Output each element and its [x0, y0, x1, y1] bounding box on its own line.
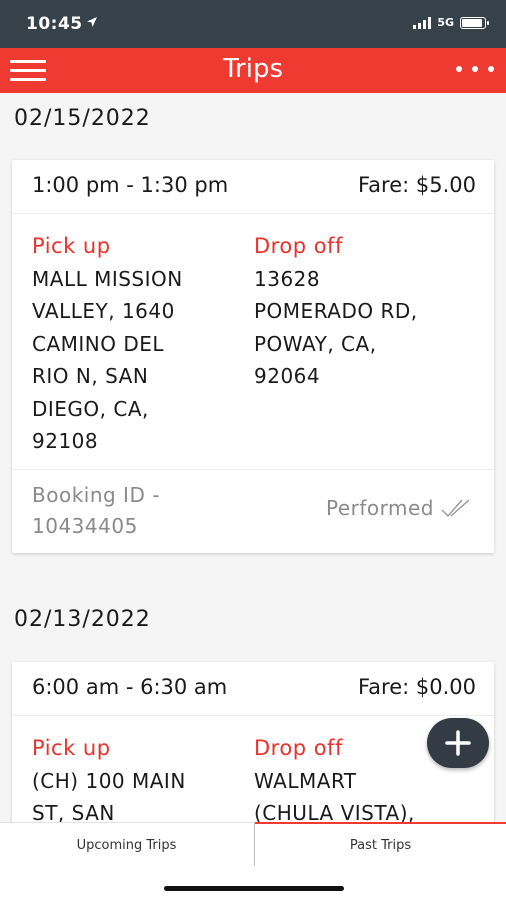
network-type: 5G	[437, 16, 454, 29]
trip-fare: Fare: $0.00	[358, 675, 476, 699]
plus-icon	[445, 730, 471, 756]
pickup-address-line: (CH) 100 MAIN	[32, 768, 186, 793]
trip-fare: Fare: $5.00	[358, 173, 476, 197]
status-indicators: 5G	[413, 16, 489, 29]
trip-time: 6:00 am - 6:30 am	[32, 675, 228, 699]
trip-card-header: 1:00 pm - 1:30 pm Fare: $5.00	[12, 160, 494, 214]
battery-icon	[460, 16, 489, 29]
pickup-label: Pick up	[32, 234, 111, 258]
trip-time: 1:00 pm - 1:30 pm	[32, 173, 229, 197]
pickup-address-line: VALLEY, 1640	[32, 299, 175, 323]
dropoff-label: Drop off	[254, 234, 343, 258]
status-bar: 10:45 5G	[0, 0, 506, 48]
booking-id-value: 10434405	[32, 514, 138, 538]
signal-icon	[413, 16, 432, 29]
page-title: Trips	[222, 54, 284, 84]
booking-id-label: Booking ID -	[32, 483, 160, 507]
status-text: Performed	[325, 496, 434, 520]
pickup-label: Pick up	[32, 736, 111, 760]
trip-date-header: 02/15/2022	[14, 106, 151, 131]
trip-card-body: Pick up (CH) 100 MAIN ST, SAN Drop off W…	[12, 716, 494, 822]
dropoff-column: Drop off 13628 POMERADO RD, POWAY, CA, 9…	[254, 230, 484, 393]
bottom-tab-bar: Upcoming Trips Past Trips	[0, 822, 506, 867]
app-bar: Trips	[0, 48, 506, 93]
pickup-address-line: CAMINO DEL	[32, 331, 165, 356]
dropoff-address-line: POWAY, CA,	[254, 331, 377, 356]
trip-card-header: 6:00 am - 6:30 am Fare: $0.00	[12, 662, 494, 716]
pickup-column: Pick up (CH) 100 MAIN ST, SAN	[32, 732, 242, 822]
add-trip-button[interactable]	[427, 718, 489, 768]
trip-card-footer: Booking ID - 10434405 Performed	[12, 470, 494, 553]
dropoff-address-line: 92064	[254, 364, 321, 388]
tab-past-trips[interactable]: Past Trips	[254, 822, 506, 867]
pickup-address-line: RIO N, SAN	[32, 364, 149, 388]
dropoff-address-line: POMERADO RD,	[254, 299, 418, 323]
pickup-address-line: ST, SAN	[32, 801, 115, 822]
trip-card-body: Pick up MALL MISSION VALLEY, 1640 CAMINO…	[12, 214, 494, 470]
dropoff-address-line: (CHULA VISTA),	[254, 801, 415, 822]
booking-id: Booking ID - 10434405	[32, 480, 160, 542]
trips-list[interactable]: 02/15/2022 1:00 pm - 1:30 pm Fare: $5.00…	[0, 93, 506, 822]
tab-upcoming-trips[interactable]: Upcoming Trips	[0, 823, 253, 867]
dropoff-address-line: 13628	[254, 266, 321, 291]
double-check-icon	[441, 499, 470, 518]
pickup-column: Pick up MALL MISSION VALLEY, 1640 CAMINO…	[32, 230, 242, 458]
home-indicator[interactable]	[164, 886, 344, 891]
pickup-address-line: DIEGO, CA,	[32, 396, 149, 421]
location-arrow-icon	[87, 17, 97, 27]
trip-status: Performed	[326, 496, 474, 520]
trip-card[interactable]: 6:00 am - 6:30 am Fare: $0.00 Pick up (C…	[12, 662, 494, 822]
home-indicator-area	[0, 866, 506, 900]
trip-date-header: 02/13/2022	[14, 607, 151, 632]
status-time: 10:45	[26, 14, 83, 34]
pickup-address-line: MALL MISSION	[32, 266, 183, 291]
more-dots-icon[interactable]	[456, 66, 494, 72]
dropoff-address-line: WALMART	[254, 768, 357, 793]
tab-label: Past Trips	[349, 837, 412, 853]
trip-card[interactable]: 1:00 pm - 1:30 pm Fare: $5.00 Pick up MA…	[12, 160, 494, 553]
pickup-address-line: 92108	[32, 429, 99, 453]
tab-label: Upcoming Trips	[76, 837, 177, 853]
